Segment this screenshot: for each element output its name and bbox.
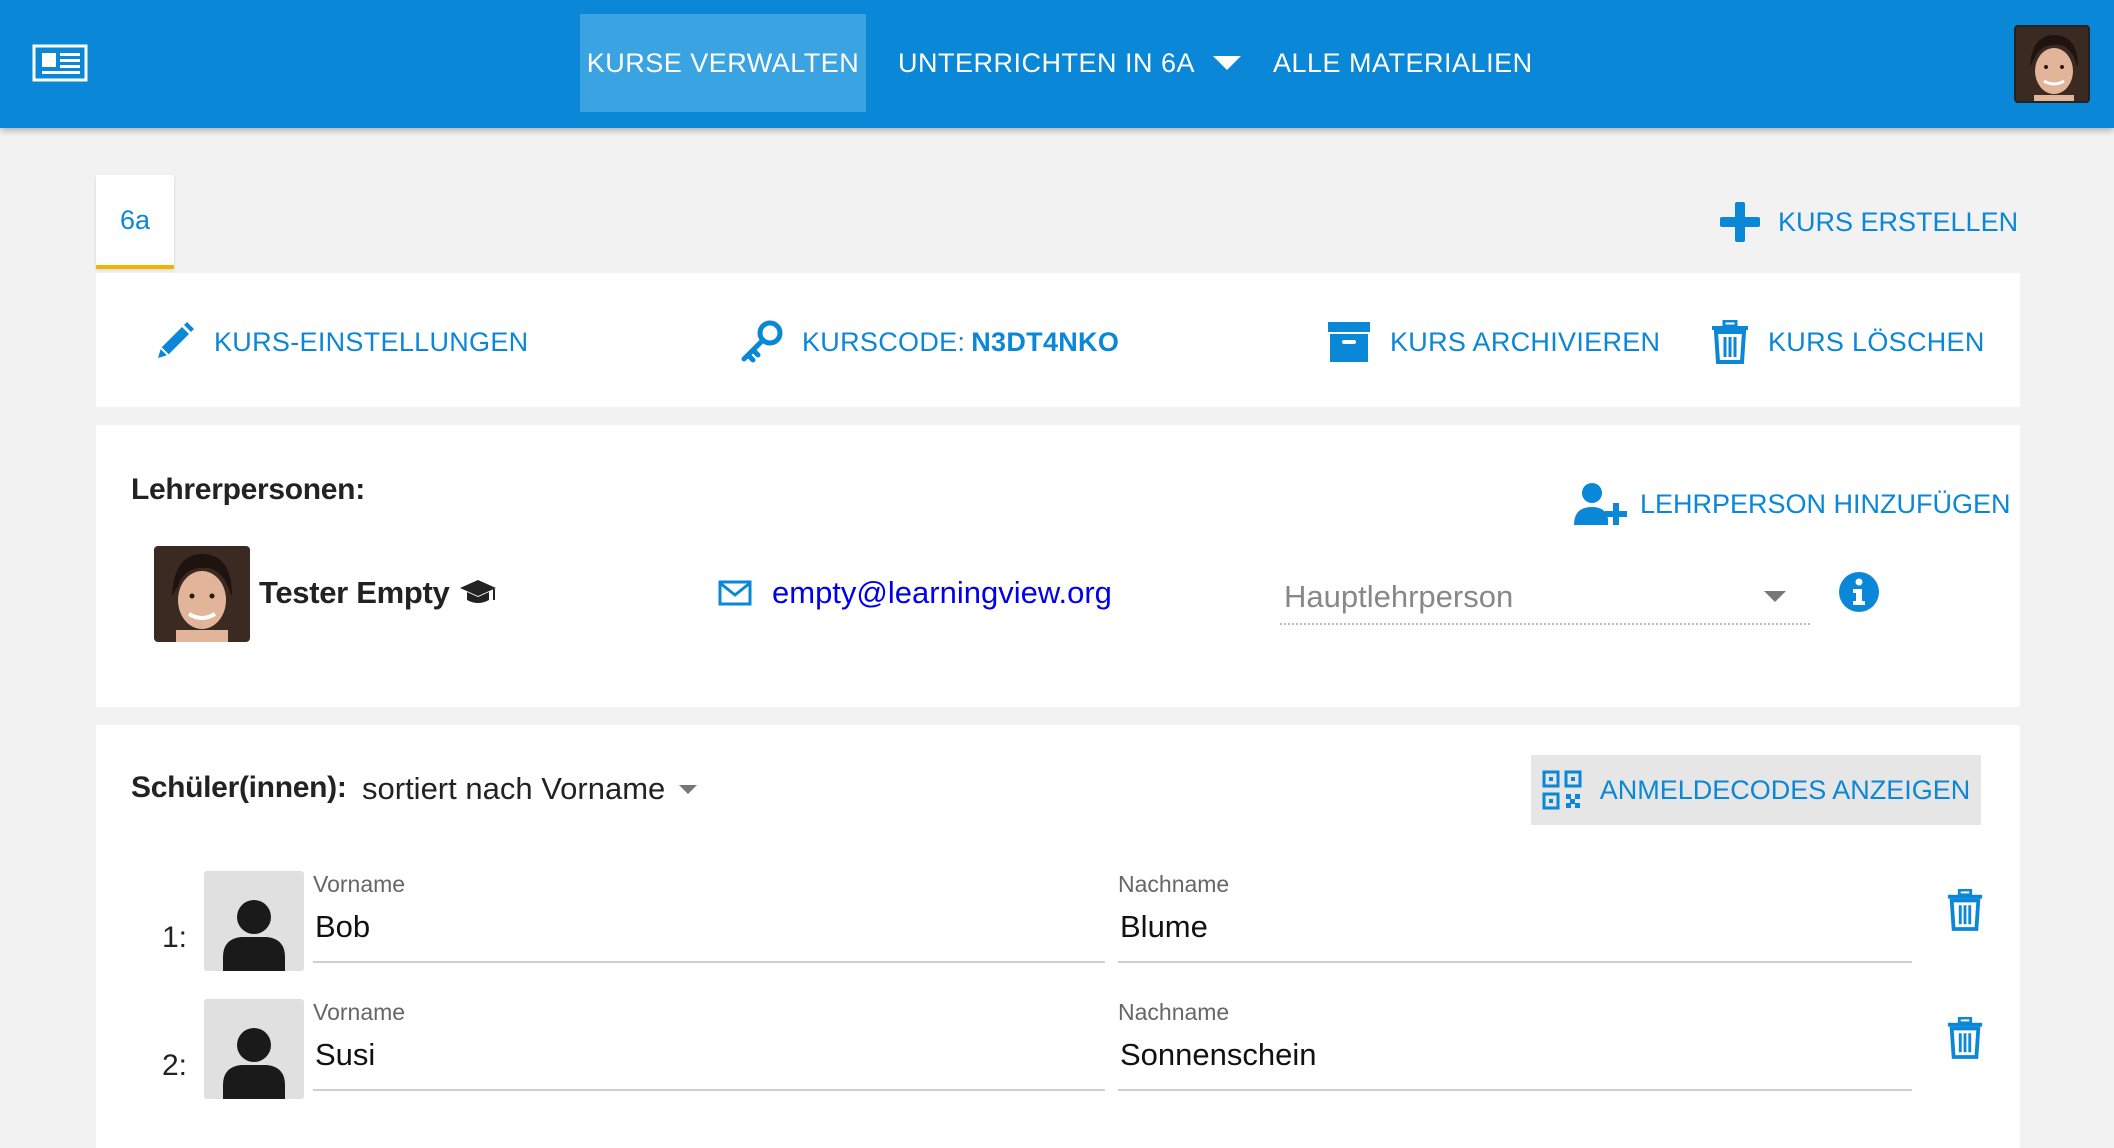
student-sort-dropdown[interactable]: sortiert nach Vorname — [362, 771, 698, 807]
course-settings-button[interactable]: KURS-EINSTELLUNGEN — [152, 319, 528, 365]
student-row: 1: Vorname Bob Nachname Blume — [96, 871, 2020, 981]
teacher-name: Tester Empty — [259, 575, 498, 611]
course-actions-card: KURS-EINSTELLUNGEN KURSCODE: N3DT4NKO KU… — [96, 273, 2020, 407]
student-sort-label: sortiert nach Vorname — [362, 771, 666, 806]
key-icon — [741, 320, 783, 363]
first-name-label: Vorname — [313, 999, 406, 1025]
last-name-value: Sonnenschein — [1120, 1037, 1317, 1072]
graduation-cap-icon — [459, 580, 496, 603]
user-silhouette-icon — [223, 1028, 285, 1099]
student-avatar-placeholder — [204, 999, 304, 1099]
top-navigation-bar: KURSE VERWALTEN UNTERRICHTEN IN 6A ALLE … — [0, 0, 2114, 128]
course-tab-6a[interactable]: 6a — [96, 175, 174, 269]
students-card: Schüler(innen): sortiert nach Vorname AN… — [96, 725, 2020, 1148]
create-course-button[interactable]: KURS ERSTELLEN — [1720, 200, 2018, 244]
newspaper-logo-icon[interactable] — [32, 44, 88, 82]
delete-course-label: KURS LÖSCHEN — [1768, 326, 1985, 357]
delete-student-trash-icon[interactable] — [1946, 889, 1984, 931]
student-row-number: 2: — [162, 1049, 188, 1082]
student-row: 2: Vorname Susi Nachname Sonnenschein — [96, 999, 2020, 1109]
caret-down-icon — [1213, 56, 1242, 70]
teacher-email-text: empty@learningview.org — [772, 575, 1112, 610]
student-row-number: 1: — [162, 921, 188, 954]
info-icon[interactable] — [1838, 571, 1880, 613]
first-name-value: Susi — [315, 1037, 376, 1072]
trash-icon — [1712, 320, 1748, 364]
first-name-field[interactable]: Vorname Bob — [313, 871, 1105, 963]
course-tab-label: 6a — [119, 204, 151, 235]
teachers-title: Lehrerpersonen: — [131, 473, 365, 506]
last-name-label: Nachname — [1118, 999, 1230, 1025]
nav-teach-label: UNTERRICHTEN IN 6A — [898, 47, 1196, 78]
course-settings-label: KURS-EINSTELLUNGEN — [214, 326, 529, 357]
user-avatar[interactable] — [2014, 25, 2090, 103]
last-name-value: Blume — [1120, 909, 1208, 944]
archive-course-button[interactable]: KURS ARCHIVIEREN — [1326, 319, 1660, 365]
nav-manage-label: KURSE VERWALTEN — [586, 47, 860, 78]
show-login-codes-label: ANMELDECODES ANZEIGEN — [1599, 774, 1971, 805]
archive-box-icon — [1328, 322, 1370, 362]
teacher-role-value: Hauptlehrperson — [1284, 579, 1514, 614]
first-name-field[interactable]: Vorname Susi — [313, 999, 1105, 1091]
course-code-value: N3DT4NKO — [971, 326, 1120, 357]
add-teacher-button[interactable]: LEHRPERSON HINZUFÜGEN — [1572, 479, 2011, 529]
course-code-label: KURSCODE: — [802, 326, 966, 357]
show-login-codes-button[interactable]: ANMELDECODES ANZEIGEN — [1531, 755, 1981, 825]
teacher-name-text: Tester Empty — [259, 575, 450, 610]
nav-all-materials[interactable]: ALLE MATERIALIEN — [1273, 14, 1533, 112]
teacher-role-select[interactable]: Hauptlehrperson — [1280, 573, 1810, 625]
caret-down-icon — [679, 784, 698, 794]
nav-manage-courses[interactable]: KURSE VERWALTEN — [580, 14, 866, 112]
add-teacher-label: LEHRPERSON HINZUFÜGEN — [1640, 488, 2011, 519]
nav-all-label: ALLE MATERIALIEN — [1273, 47, 1533, 78]
archive-course-label: KURS ARCHIVIEREN — [1390, 326, 1661, 357]
add-user-icon — [1574, 483, 1627, 525]
teacher-avatar — [154, 546, 250, 642]
students-title: Schüler(innen): — [131, 771, 347, 804]
course-code: KURSCODE: N3DT4NKO — [738, 319, 1119, 365]
first-name-label: Vorname — [313, 871, 406, 897]
pencil-icon — [158, 322, 194, 358]
plus-icon — [1720, 202, 1760, 242]
first-name-value: Bob — [315, 909, 371, 944]
last-name-field[interactable]: Nachname Sonnenschein — [1118, 999, 1912, 1091]
teacher-email-link[interactable]: empty@learningview.org — [718, 575, 1112, 611]
user-silhouette-icon — [223, 900, 285, 971]
caret-down-icon — [1764, 591, 1786, 602]
envelope-icon — [718, 580, 752, 606]
teachers-card: Lehrerpersonen: LEHRPERSON HINZUFÜGEN Te… — [96, 425, 2020, 707]
last-name-field[interactable]: Nachname Blume — [1118, 871, 1912, 963]
last-name-label: Nachname — [1118, 871, 1230, 897]
nav-teach-dropdown[interactable]: UNTERRICHTEN IN 6A — [898, 14, 1242, 112]
delete-student-trash-icon[interactable] — [1946, 1017, 1984, 1059]
create-course-label: KURS ERSTELLEN — [1778, 206, 2019, 237]
delete-course-button[interactable]: KURS LÖSCHEN — [1710, 319, 1985, 365]
student-avatar-placeholder — [204, 871, 304, 971]
qr-code-icon — [1542, 770, 1582, 810]
